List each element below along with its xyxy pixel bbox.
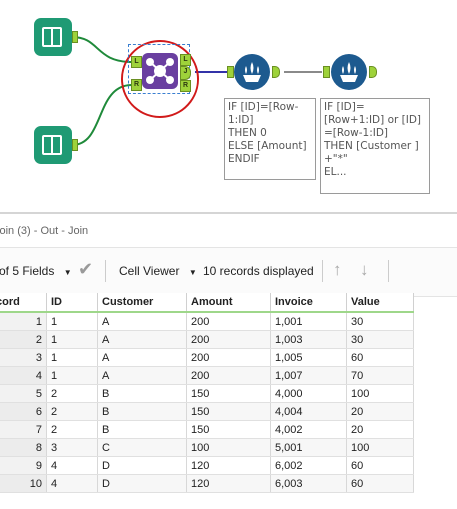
column-header-invoice[interactable]: Invoice xyxy=(270,293,347,313)
join-anchor-out-r[interactable]: R xyxy=(180,80,191,92)
results-title: Join (3) - Out - Join xyxy=(0,216,457,244)
input-tool-1[interactable] xyxy=(34,18,72,56)
formula-tool-2[interactable] xyxy=(331,54,367,90)
join-icon xyxy=(146,58,174,84)
workflow-canvas[interactable]: L R L J R IF [ID]=[Row- 1:ID] THEN 0 ELS… xyxy=(0,0,457,212)
formula-drops-icon xyxy=(340,62,358,82)
table-row[interactable]: 1 1 A 200 1,001 30 xyxy=(0,312,414,331)
input-1-output-anchor[interactable] xyxy=(72,31,78,43)
fields-selector[interactable]: of 5 Fields ▼ xyxy=(0,264,72,278)
column-header-record[interactable]: Record xyxy=(0,293,47,313)
table-row[interactable]: 6 2 B 150 4,004 20 xyxy=(0,402,414,421)
join-anchor-left[interactable]: L xyxy=(131,56,142,68)
table-row[interactable]: 4 1 A 200 1,007 70 xyxy=(0,366,414,385)
records-count: 10 records displayed xyxy=(203,264,314,278)
results-table: Record ID Customer Amount Invoice Value … xyxy=(0,293,414,493)
input-tool-2[interactable] xyxy=(34,126,72,164)
formula-1-annotation: IF [ID]=[Row- 1:ID] THEN 0 ELSE [Amount]… xyxy=(224,98,316,180)
book-spine xyxy=(51,135,53,155)
book-spine xyxy=(51,27,53,47)
toolbar-separator xyxy=(388,260,389,282)
table-row[interactable]: 5 2 B 150 4,000 100 xyxy=(0,384,414,403)
apply-checkmark-icon[interactable]: ✔ xyxy=(78,259,93,280)
toolbar-separator xyxy=(322,260,323,282)
column-header-id[interactable]: ID xyxy=(46,293,98,313)
dropdown-arrow-icon: ▼ xyxy=(63,268,72,277)
formula-1-input-anchor[interactable] xyxy=(227,66,234,78)
join-tool[interactable] xyxy=(142,53,178,89)
table-header-row: Record ID Customer Amount Invoice Value xyxy=(0,293,414,313)
join-anchor-right[interactable]: R xyxy=(131,79,142,91)
table-row[interactable]: 7 2 B 150 4,002 20 xyxy=(0,420,414,439)
results-toolbar: of 5 Fields ▼ ✔ Cell Viewer ▼ 10 records… xyxy=(0,247,457,297)
arrow-down-icon[interactable]: ↓ xyxy=(360,260,369,280)
formula-1-output-anchor[interactable] xyxy=(272,66,280,78)
formula-2-annotation: IF [ID]= [Row+1:ID] or [ID] =[Row-1:ID] … xyxy=(320,98,430,194)
table-row[interactable]: 2 1 A 200 1,003 30 xyxy=(0,330,414,349)
join-anchor-out-l[interactable]: L xyxy=(180,54,191,66)
column-header-value[interactable]: Value xyxy=(346,293,414,313)
column-header-customer[interactable]: Customer xyxy=(97,293,187,313)
join-anchor-out-j[interactable]: J xyxy=(180,66,191,80)
formula-drops-icon xyxy=(243,62,261,82)
column-header-amount[interactable]: Amount xyxy=(186,293,271,313)
table-row[interactable]: 10 4 D 120 6,003 60 xyxy=(0,474,414,493)
viewer-selector[interactable]: Cell Viewer ▼ xyxy=(119,264,197,278)
formula-tool-1[interactable] xyxy=(234,54,270,90)
input-2-output-anchor[interactable] xyxy=(72,139,78,151)
formula-2-input-anchor[interactable] xyxy=(323,66,330,78)
dropdown-arrow-icon: ▼ xyxy=(188,268,197,277)
toolbar-separator xyxy=(105,260,106,282)
panel-divider[interactable] xyxy=(0,212,457,214)
arrow-up-icon[interactable]: ↑ xyxy=(333,260,342,280)
formula-2-output-anchor[interactable] xyxy=(369,66,377,78)
table-row[interactable]: 9 4 D 120 6,002 60 xyxy=(0,456,414,475)
table-row[interactable]: 8 3 C 100 5,001 100 xyxy=(0,438,414,457)
table-row[interactable]: 3 1 A 200 1,005 60 xyxy=(0,348,414,367)
